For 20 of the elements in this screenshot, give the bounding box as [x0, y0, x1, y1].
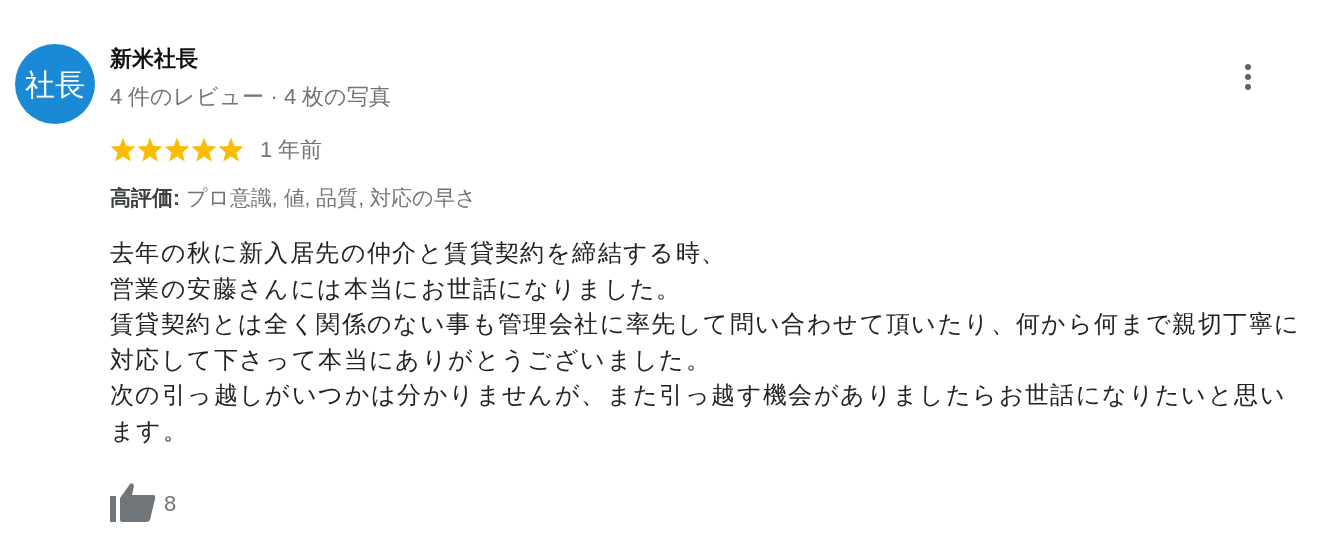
reviewer-name[interactable]: 新米社長	[110, 46, 1310, 73]
review-text: 次の引っ越しがいつかは分かりませんが、また引っ越す機会がありましたらお世話になりたいと思います。	[110, 380, 1287, 446]
review-time: 1 年前	[260, 135, 323, 164]
more-icon	[1245, 64, 1251, 90]
highlights-text: 高評価: プロ意識, 値, 品質, 対応の早さ	[110, 184, 478, 211]
like-count: 8	[164, 489, 177, 518]
thumbs-up-button[interactable]	[110, 482, 156, 525]
star-icon	[191, 136, 217, 162]
star-icon	[164, 136, 190, 162]
reviewer-stats: 4 件のレビュー · 4 枚の写真	[110, 84, 393, 111]
more-options-button[interactable]	[1245, 64, 1251, 90]
star-icon	[137, 136, 163, 162]
star-icon	[218, 136, 244, 162]
review-text: 対応して下さって本当にありがとうございました。	[110, 344, 713, 375]
avatar: 社長	[15, 44, 95, 124]
review-text: 賃貸契約とは全く関係のない事も管理会社に率先して問い合わせて頂いたり、何から何まで親切丁寧に	[110, 309, 1302, 340]
review-text: 営業の安藤さんには本当にお世話になりました。	[110, 273, 683, 304]
review-text: 去年の秋に新入居先の仲介と賃貸契約を締結する時、	[110, 238, 728, 269]
star-icon	[110, 136, 136, 162]
thumbs-up-icon	[110, 482, 156, 525]
